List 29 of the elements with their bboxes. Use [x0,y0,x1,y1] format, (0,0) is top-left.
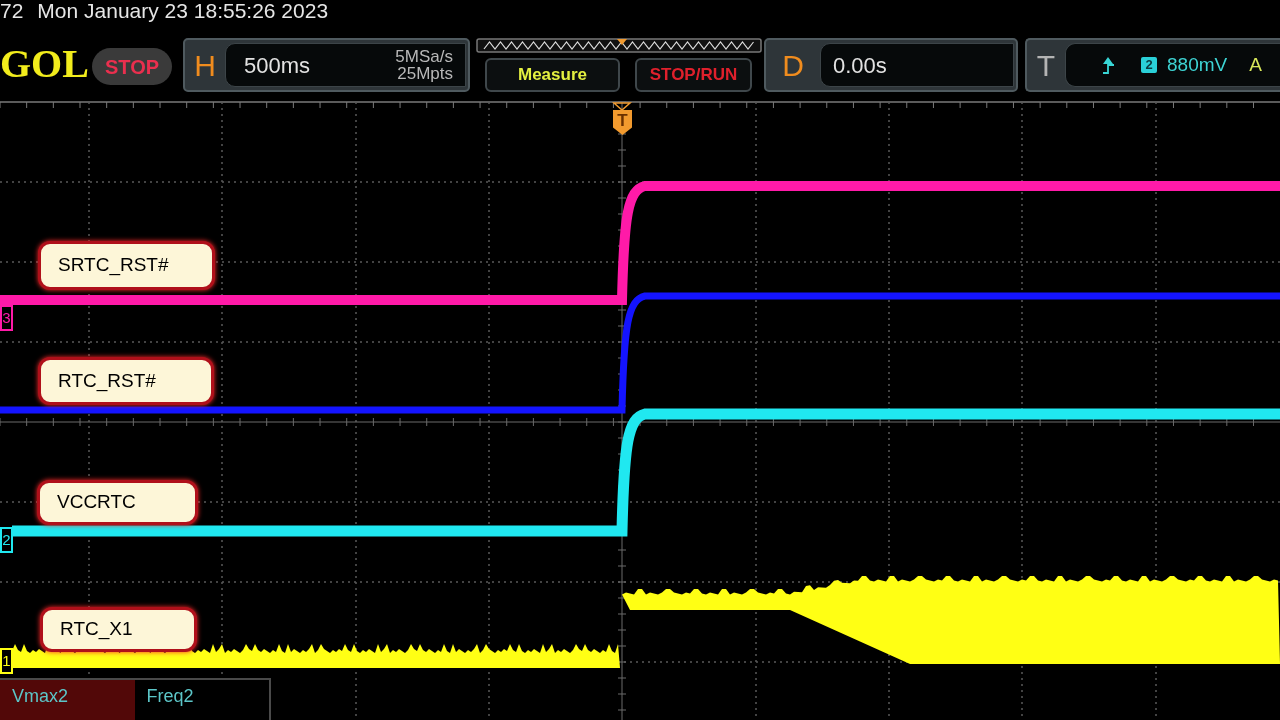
trigger-key-text: T [1035,47,1057,84]
horizontal-key-text: H [193,47,217,84]
trigger-mode-text: A [1249,52,1262,77]
trigger-source-badge: 2 [1141,57,1157,73]
trigger-panel[interactable]: T 2 880mV A [1025,38,1280,92]
channel-marker[interactable]: 2 [0,527,13,553]
measurement-item[interactable]: Vmax2 [0,680,135,720]
trigger-level-text: 880mV [1167,52,1228,77]
timebase-value: 500ms [244,51,311,80]
channel-marker[interactable]: 1 [0,648,13,674]
delay-value: 0.00s [833,51,887,80]
trigger-position-marker: T [613,110,632,135]
channel-label: RTC_RST# [38,357,214,405]
channel-label: RTC_X1 [40,607,197,652]
stop-run-button[interactable]: STOP/RUN [635,58,752,92]
horizontal-panel[interactable]: H 500ms 5MSa/s 25Mpts [183,38,470,92]
measure-button[interactable]: Measure [485,58,620,92]
position-marker-icon [617,39,627,45]
sample-rate-text: 5MSa/s [395,48,453,65]
channel-marker[interactable]: 3 [0,305,13,331]
date-time-text: Mon January 23 18:55:26 2023 [37,0,329,21]
channel-label: SRTC_RST# [38,241,215,290]
delay-key-text: D [781,47,805,84]
delay-panel[interactable]: D 0.00s [764,38,1018,92]
trigger-pointer-icon [612,102,632,111]
memory-depth-text: 25Mpts [397,65,453,82]
run-state-indicator: STOP [92,48,172,85]
status-text: 72 [0,0,24,21]
channel-label: VCCRTC [37,480,198,525]
